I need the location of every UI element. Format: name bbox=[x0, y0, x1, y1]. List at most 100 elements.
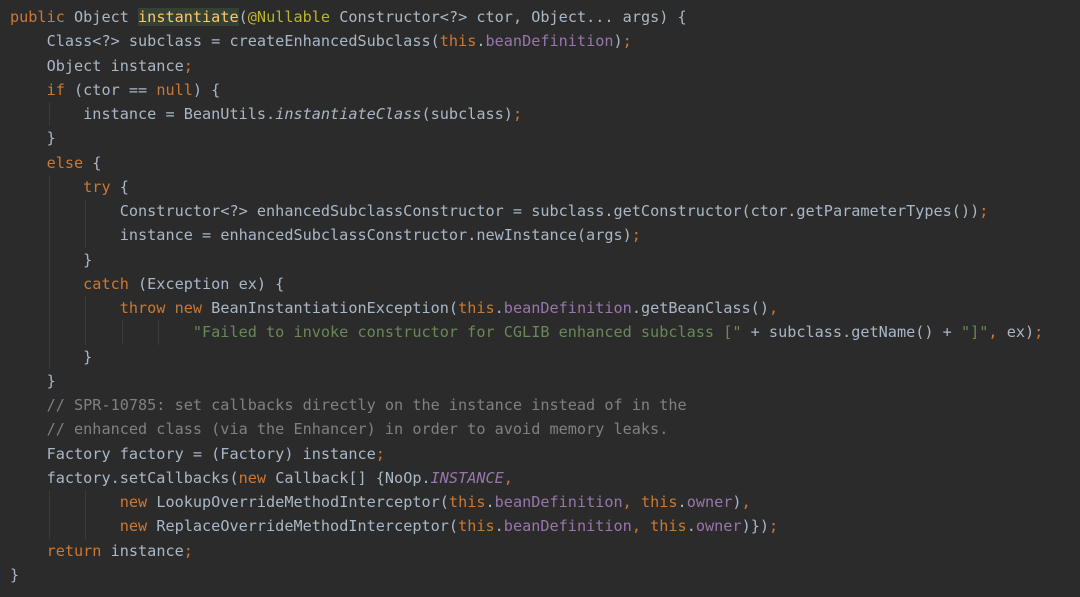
code-line[interactable]: instance = enhancedSubclassConstructor.n… bbox=[10, 223, 1080, 248]
code-token-str: "Failed to invoke constructor for CGLIB … bbox=[192, 323, 742, 342]
code-token-plain: LookupOverrideMethodInterceptor( bbox=[147, 493, 449, 511]
code-token-plain: . bbox=[686, 517, 696, 536]
code-line[interactable]: } bbox=[10, 247, 1080, 272]
code-token-plain: factory.setCallbacks( bbox=[46, 468, 239, 487]
code-token-plain: instance bbox=[101, 541, 184, 560]
code-token-ifield: INSTANCE bbox=[430, 468, 504, 487]
code-line[interactable]: // enhanced class (via the Enhancer) in … bbox=[10, 417, 1080, 441]
code-line[interactable]: Factory factory = (Factory) instance; bbox=[10, 442, 1080, 466]
code-token-kw: ; bbox=[622, 32, 632, 51]
code-token-kw: ; bbox=[769, 517, 779, 536]
code-line[interactable]: // SPR-10785: set callbacks directly on … bbox=[10, 393, 1080, 417]
code-token-plain: ReplaceOverrideMethodInterceptor( bbox=[147, 517, 459, 536]
code-token-kw: ; bbox=[1034, 323, 1044, 342]
indent-guide bbox=[85, 514, 87, 539]
code-token-static: instantiateClass bbox=[275, 105, 422, 123]
code-token-plain: instance = BeanUtils. bbox=[83, 105, 276, 123]
code-token-field: beanDefinition bbox=[503, 299, 632, 317]
code-token-field: owner bbox=[695, 517, 742, 536]
code-line[interactable]: } bbox=[10, 126, 1080, 150]
code-line[interactable]: new LookupOverrideMethodInterceptor(this… bbox=[10, 490, 1080, 515]
code-line[interactable]: factory.setCallbacks(new Callback[] {NoO… bbox=[10, 466, 1080, 490]
code-line[interactable]: else { bbox=[10, 151, 1080, 175]
indent-guide bbox=[85, 296, 87, 321]
code-token-kw: this bbox=[439, 32, 477, 51]
indent-guide bbox=[85, 320, 87, 345]
code-token-kw: , bbox=[988, 323, 998, 342]
code-token-fn: instantiate bbox=[138, 8, 239, 26]
indent-guide bbox=[48, 514, 50, 539]
indent-guide bbox=[48, 271, 50, 296]
code-token-comment: // enhanced class (via the Enhancer) in … bbox=[46, 420, 669, 439]
code-token-kw: else bbox=[46, 153, 84, 172]
code-token-plain: Callback[] {NoOp. bbox=[266, 468, 431, 487]
code-line[interactable]: } bbox=[10, 369, 1080, 393]
code-token-kw: catch bbox=[83, 274, 129, 293]
code-token-kw: this bbox=[458, 299, 495, 317]
code-token-plain: { bbox=[83, 153, 102, 172]
code-line[interactable]: "Failed to invoke constructor for CGLIB … bbox=[10, 320, 1080, 345]
code-line[interactable]: return instance; bbox=[10, 539, 1080, 563]
code-token-field: beanDefinition bbox=[485, 32, 614, 51]
indent-guide bbox=[85, 223, 87, 248]
code-token-plain: } bbox=[46, 371, 56, 390]
code-token-plain: .getBeanClass() bbox=[631, 299, 769, 317]
code-token-kw: return bbox=[46, 541, 102, 560]
indent-guide bbox=[48, 199, 50, 224]
code-token-comment: // SPR-10785: set callbacks directly on … bbox=[46, 396, 687, 414]
code-token-kw: this bbox=[448, 493, 486, 511]
code-line[interactable]: } bbox=[10, 344, 1080, 369]
code-token-plain: } bbox=[83, 347, 93, 366]
code-line[interactable]: new ReplaceOverrideMethodInterceptor(thi… bbox=[10, 514, 1080, 539]
code-area[interactable]: public Object instantiate(@Nullable Cons… bbox=[10, 5, 1080, 587]
indent-guide bbox=[48, 344, 50, 369]
code-token-kw: new bbox=[119, 493, 148, 511]
code-token-plain: ) { bbox=[192, 80, 221, 99]
code-line[interactable]: Constructor<?> enhancedSubclassConstruct… bbox=[10, 199, 1080, 224]
code-token-kw: , this bbox=[622, 493, 678, 511]
code-token-plain: . bbox=[485, 493, 495, 511]
code-line[interactable]: try { bbox=[10, 174, 1080, 199]
code-token-plain: (Exception ex) { bbox=[128, 274, 285, 293]
code-token-field: beanDefinition bbox=[494, 493, 623, 511]
code-token-plain: + subclass.getName() + bbox=[741, 323, 961, 342]
code-token-plain: BeanInstantiationException( bbox=[202, 299, 459, 317]
code-token-plain: ( bbox=[238, 8, 248, 26]
code-line[interactable]: throw new BeanInstantiationException(thi… bbox=[10, 296, 1080, 321]
code-line[interactable]: catch (Exception ex) { bbox=[10, 271, 1080, 296]
indent-guide bbox=[158, 320, 160, 345]
code-token-field: owner bbox=[686, 493, 733, 511]
code-token-plain: . bbox=[494, 517, 504, 536]
code-token-kw: ; bbox=[375, 444, 385, 463]
code-line[interactable]: Class<?> subclass = createEnhancedSubcla… bbox=[10, 29, 1080, 53]
code-token-str: "]" bbox=[960, 323, 989, 342]
code-token-plain: } bbox=[46, 129, 56, 148]
code-token-kw: , bbox=[741, 493, 751, 511]
code-token-kw: throw new bbox=[119, 299, 203, 317]
code-token-kw: null bbox=[156, 80, 193, 99]
code-token-kw: try bbox=[83, 177, 111, 196]
code-token-plain: Constructor<?> ctor, Object... args) { bbox=[330, 8, 687, 26]
code-token-kw: new bbox=[119, 517, 148, 536]
code-line[interactable]: if (ctor == null) { bbox=[10, 78, 1080, 102]
code-line[interactable]: instance = BeanUtils.instantiateClass(su… bbox=[10, 102, 1080, 127]
code-editor[interactable]: public Object instantiate(@Nullable Cons… bbox=[0, 0, 1080, 597]
code-token-kw: , this bbox=[631, 517, 687, 536]
indent-guide bbox=[121, 320, 123, 345]
code-line[interactable]: Object instance; bbox=[10, 54, 1080, 78]
code-line[interactable]: public Object instantiate(@Nullable Cons… bbox=[10, 5, 1080, 29]
code-line[interactable]: } bbox=[10, 563, 1080, 587]
code-token-plain: } bbox=[83, 250, 93, 269]
